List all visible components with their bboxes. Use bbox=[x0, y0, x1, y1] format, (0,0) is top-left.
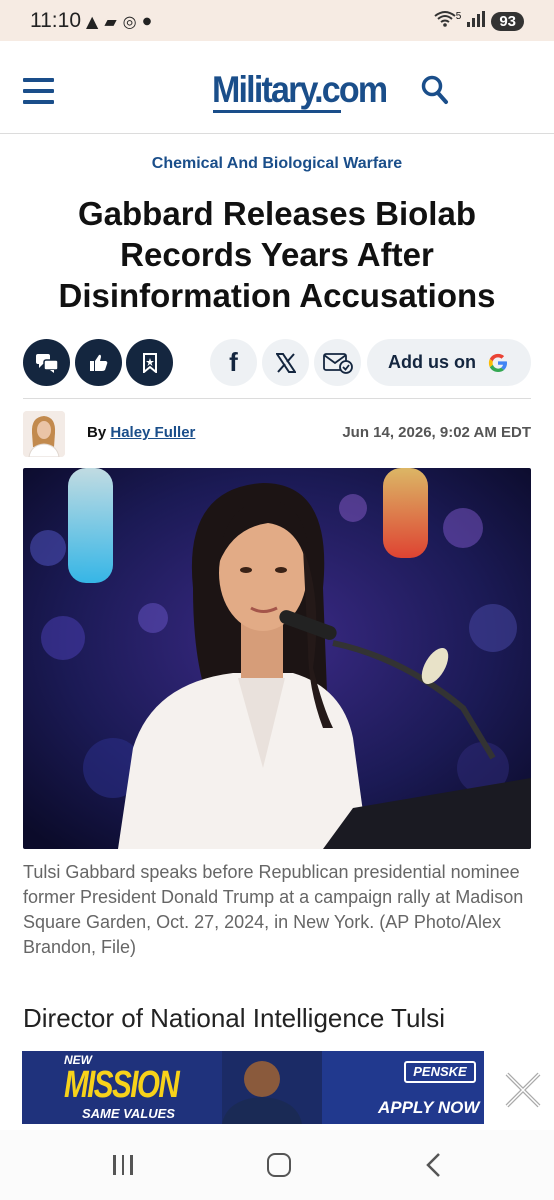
author-avatar[interactable] bbox=[23, 411, 65, 457]
logo-underline bbox=[213, 110, 341, 113]
recents-icon[interactable] bbox=[113, 1155, 137, 1175]
ad-values-label: SAME VALUES bbox=[82, 1106, 175, 1121]
signal-icon bbox=[467, 10, 486, 32]
wifi-icon bbox=[434, 10, 456, 32]
site-logo[interactable]: Military.com bbox=[212, 69, 388, 111]
article-headline: Gabbard Releases Biolab Records Years Af… bbox=[58, 195, 496, 314]
image-caption: Tulsi Gabbard speaks before Republican p… bbox=[23, 862, 524, 957]
x-icon bbox=[275, 352, 296, 373]
site-header: Military.com bbox=[0, 41, 554, 134]
dot-icon: ● bbox=[142, 15, 152, 27]
author-link[interactable]: Haley Fuller bbox=[110, 424, 195, 441]
status-bar: 11:10 ▲ ▰ ◎ ● 5 93 bbox=[0, 0, 554, 41]
ad-banner[interactable]: NEW MISSION SAME VALUES PENSKE APPLY NOW bbox=[22, 1051, 484, 1124]
like-icon bbox=[89, 354, 107, 371]
comments-icon bbox=[35, 353, 59, 373]
bookmark-button[interactable] bbox=[126, 339, 173, 386]
notification-icons: ▲ ▰ ◎ ● bbox=[86, 10, 151, 32]
google-icon bbox=[488, 353, 507, 372]
article-category[interactable]: Chemical And Biological Warfare bbox=[0, 155, 554, 173]
x-share-button[interactable] bbox=[262, 339, 309, 386]
ad-brand: PENSKE bbox=[404, 1061, 476, 1083]
publish-date: Jun 14, 2026, 9:02 AM EDT bbox=[342, 424, 531, 441]
share-row: f Add us on bbox=[0, 339, 554, 387]
email-icon bbox=[322, 352, 353, 374]
facebook-icon: f bbox=[229, 347, 238, 377]
home-icon[interactable] bbox=[267, 1153, 291, 1177]
ad-mission-label: MISSION bbox=[64, 1064, 180, 1106]
close-icon bbox=[505, 1072, 541, 1108]
hamburger-icon[interactable] bbox=[23, 78, 54, 104]
ad-cta[interactable]: APPLY NOW bbox=[378, 1098, 479, 1118]
article-hero-image[interactable] bbox=[23, 468, 531, 849]
back-icon[interactable] bbox=[424, 1152, 444, 1178]
status-time: 11:10 bbox=[30, 9, 81, 32]
warning-icon: ▲ bbox=[86, 11, 99, 31]
battery-indicator: 93 bbox=[491, 11, 524, 31]
facebook-share-button[interactable]: f bbox=[210, 339, 257, 386]
byline: By Haley Fuller bbox=[87, 424, 195, 441]
system-nav-bar bbox=[0, 1130, 554, 1200]
article-lead-text: Director of National Intelligence Tulsi bbox=[23, 1003, 445, 1033]
byline-divider bbox=[23, 398, 531, 399]
byline-prefix: By bbox=[87, 424, 107, 441]
email-share-button[interactable] bbox=[314, 339, 361, 386]
search-icon[interactable] bbox=[421, 75, 449, 105]
add-us-label: Add us on bbox=[388, 352, 476, 372]
comments-button[interactable] bbox=[23, 339, 70, 386]
like-button[interactable] bbox=[75, 339, 122, 386]
ad-close-button[interactable] bbox=[503, 1070, 543, 1110]
chrome-icon: ◎ bbox=[122, 11, 137, 31]
bookmark-icon bbox=[142, 352, 157, 373]
bookmark-icon: ▰ bbox=[104, 11, 117, 31]
wifi-band-label: 5 bbox=[455, 10, 462, 22]
add-us-on-google-button[interactable]: Add us on bbox=[367, 339, 531, 386]
